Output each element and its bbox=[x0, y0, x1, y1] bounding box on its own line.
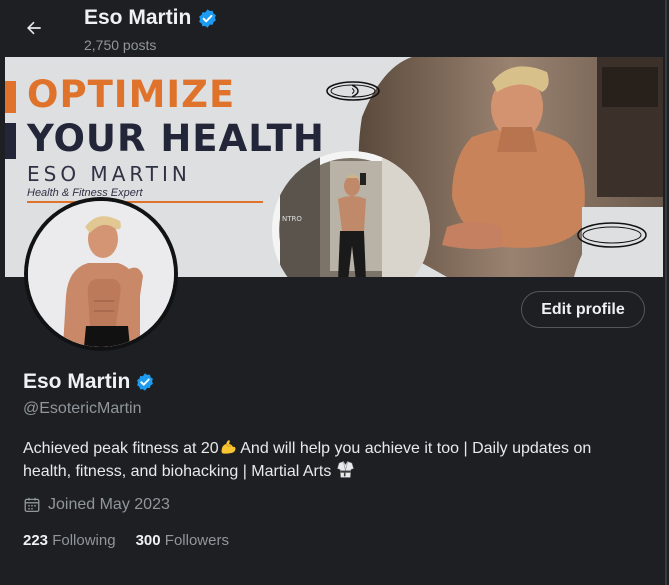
post-count: 2,750 posts bbox=[84, 37, 157, 53]
banner-subtitle: Health & Fitness Expert bbox=[27, 187, 143, 199]
banner-headline-1: OPTIMIZE bbox=[27, 73, 236, 116]
header-title: Eso Martin bbox=[84, 6, 218, 30]
verified-badge-icon bbox=[199, 8, 217, 28]
calendar-icon bbox=[24, 497, 40, 513]
banner-headline-2: YOUR HEALTH bbox=[27, 117, 325, 160]
banner-ring-decoration bbox=[326, 81, 380, 101]
back-arrow-icon bbox=[27, 21, 41, 35]
back-button[interactable] bbox=[16, 10, 52, 46]
edit-profile-button[interactable]: Edit profile bbox=[521, 291, 645, 328]
banner-name: ESO MARTIN bbox=[27, 162, 191, 186]
join-date-text: Joined May 2023 bbox=[48, 496, 170, 513]
follow-stats: 223 Following 300 Followers bbox=[23, 532, 229, 549]
flexed-biceps-emoji bbox=[221, 440, 236, 454]
profile-name: Eso Martin bbox=[23, 370, 155, 394]
verified-badge-icon bbox=[137, 373, 154, 391]
followers-count: 300 bbox=[135, 532, 161, 549]
profile-avatar[interactable] bbox=[24, 197, 178, 351]
following-count: 223 bbox=[23, 532, 49, 549]
banner-accent-navy bbox=[5, 123, 16, 159]
banner-accent-orange bbox=[5, 81, 16, 113]
following-label: Following bbox=[52, 532, 116, 549]
following-link[interactable]: 223 Following bbox=[23, 532, 116, 549]
followers-label: Followers bbox=[164, 532, 229, 549]
header-name: Eso Martin bbox=[84, 6, 192, 29]
profile-display-name: Eso Martin bbox=[23, 370, 131, 393]
martial-arts-uniform-emoji bbox=[337, 461, 354, 478]
svg-text:NTRO: NTRO bbox=[282, 215, 302, 223]
bio-text-start: Achieved peak fitness at 20 bbox=[23, 440, 219, 457]
profile-handle: @EsotericMartin bbox=[23, 400, 142, 417]
profile-bio: Achieved peak fitness at 20 And will hel… bbox=[23, 438, 643, 483]
followers-link[interactable]: 300 Followers bbox=[136, 532, 229, 549]
top-bar: Eso Martin 2,750 posts bbox=[0, 0, 665, 57]
profile-page: Eso Martin 2,750 posts OPTIMIZE YOUR HEA… bbox=[0, 0, 667, 585]
banner-underline bbox=[27, 201, 263, 203]
join-date: Joined May 2023 bbox=[23, 496, 170, 514]
